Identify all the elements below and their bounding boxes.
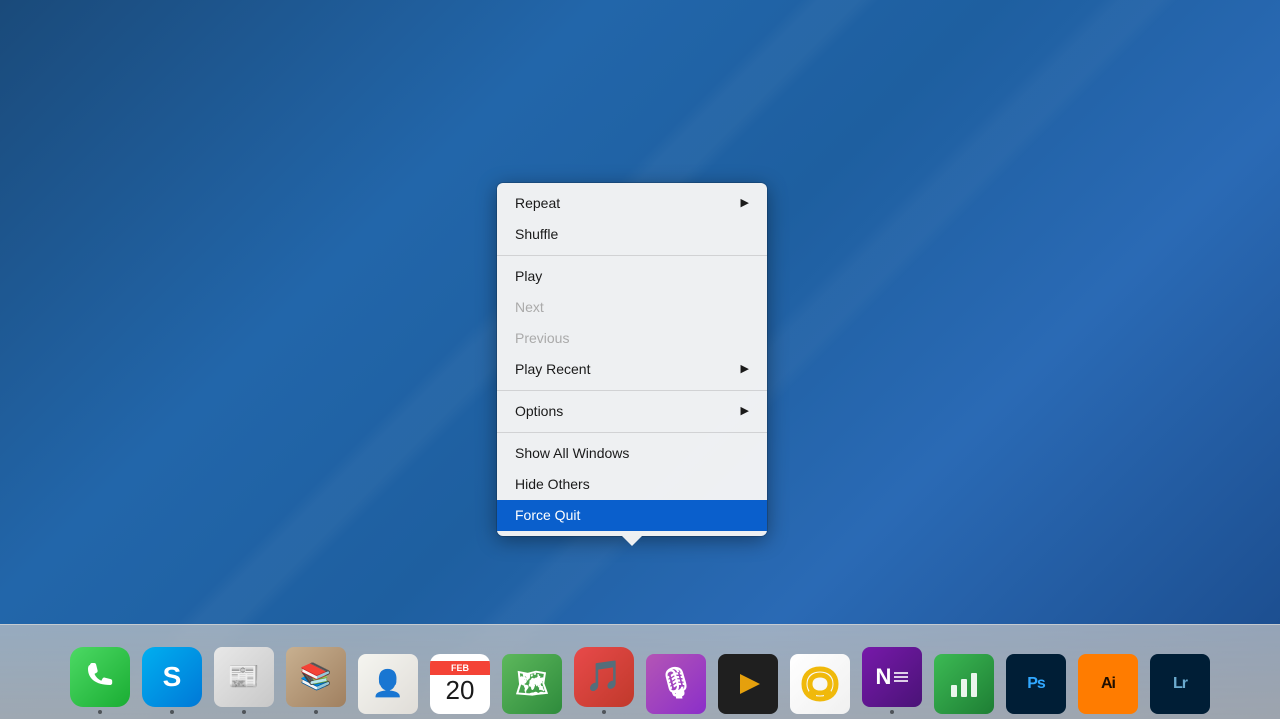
dock-item-plex[interactable] xyxy=(714,634,782,714)
dock-item-podcasts[interactable]: 🎙 xyxy=(642,634,710,714)
dock-item-contacts[interactable]: 👤 xyxy=(354,634,422,714)
submenu-arrow-repeat: ▶ xyxy=(741,195,749,212)
dock-icon-illustrator: Ai xyxy=(1078,654,1138,714)
menu-item-next: Next xyxy=(497,292,767,323)
dock-dot-bookends xyxy=(314,710,318,714)
dock-item-illustrator[interactable]: Ai xyxy=(1074,634,1142,714)
submenu-arrow-options: ▶ xyxy=(741,403,749,420)
dock-icon-contacts: 👤 xyxy=(358,654,418,714)
menu-item-force-quit[interactable]: Force Quit xyxy=(497,500,767,531)
dock-dot-papers xyxy=(242,710,246,714)
dock-icon-calendar: FEB 20 xyxy=(430,654,490,714)
menu-item-hide-others[interactable]: Hide Others xyxy=(497,469,767,500)
menu-item-shuffle[interactable]: Shuffle xyxy=(497,219,767,250)
dock-icon-maps: 🗺 xyxy=(502,654,562,714)
dock-item-itunes[interactable]: 🎵 xyxy=(570,634,638,714)
separator-3 xyxy=(497,432,767,433)
separator-2 xyxy=(497,390,767,391)
menu-item-repeat[interactable]: Repeat ▶ xyxy=(497,188,767,219)
dock-item-onenote[interactable]: N xyxy=(858,634,926,714)
menu-item-options[interactable]: Options ▶ xyxy=(497,396,767,427)
dock-icon-bookends: 📚 xyxy=(286,647,346,707)
dock-dot-phone xyxy=(98,710,102,714)
dock-dot-itunes xyxy=(602,710,606,714)
dock-icon-photoshop: Ps xyxy=(1006,654,1066,714)
separator-1 xyxy=(497,255,767,256)
dock-icon-papers: 📰 xyxy=(214,647,274,707)
dock-icon-onenote: N xyxy=(862,647,922,707)
dock-item-numbers[interactable] xyxy=(930,634,998,714)
dock-icon-itunes: 🎵 xyxy=(574,647,634,707)
dock-icon-numbers xyxy=(934,654,994,714)
dock-icon-lightroom: Lr xyxy=(1150,654,1210,714)
dock-icon-skype: S xyxy=(142,647,202,707)
menu-item-play-recent[interactable]: Play Recent ▶ xyxy=(497,354,767,385)
dock-item-bookends[interactable]: 📚 xyxy=(282,634,350,714)
menu-item-previous: Previous xyxy=(497,323,767,354)
desktop: Repeat ▶ Shuffle Play Next Previous Play… xyxy=(0,0,1280,719)
dock: S 📰 📚 👤 FEB 20 🗺 🎵 xyxy=(0,624,1280,719)
context-menu: Repeat ▶ Shuffle Play Next Previous Play… xyxy=(497,183,767,536)
dock-item-calendar[interactable]: FEB 20 xyxy=(426,634,494,714)
dock-item-papers[interactable]: 📰 xyxy=(210,634,278,714)
dock-item-maps[interactable]: 🗺 xyxy=(498,634,566,714)
menu-item-show-all-windows[interactable]: Show All Windows xyxy=(497,438,767,469)
dock-item-lightroom[interactable]: Lr xyxy=(1146,634,1214,714)
dock-item-photoshop[interactable]: Ps xyxy=(1002,634,1070,714)
dock-icon-phone xyxy=(70,647,130,707)
dock-item-skype[interactable]: S xyxy=(138,634,206,714)
dock-item-capo[interactable] xyxy=(786,634,854,714)
dock-icon-plex xyxy=(718,654,778,714)
submenu-arrow-play-recent: ▶ xyxy=(741,361,749,378)
dock-dot-onenote xyxy=(890,710,894,714)
dock-icon-capo xyxy=(790,654,850,714)
dock-icon-podcasts: 🎙 xyxy=(646,654,706,714)
dock-item-phone[interactable] xyxy=(66,634,134,714)
dock-dot-skype xyxy=(170,710,174,714)
menu-item-play[interactable]: Play xyxy=(497,261,767,292)
